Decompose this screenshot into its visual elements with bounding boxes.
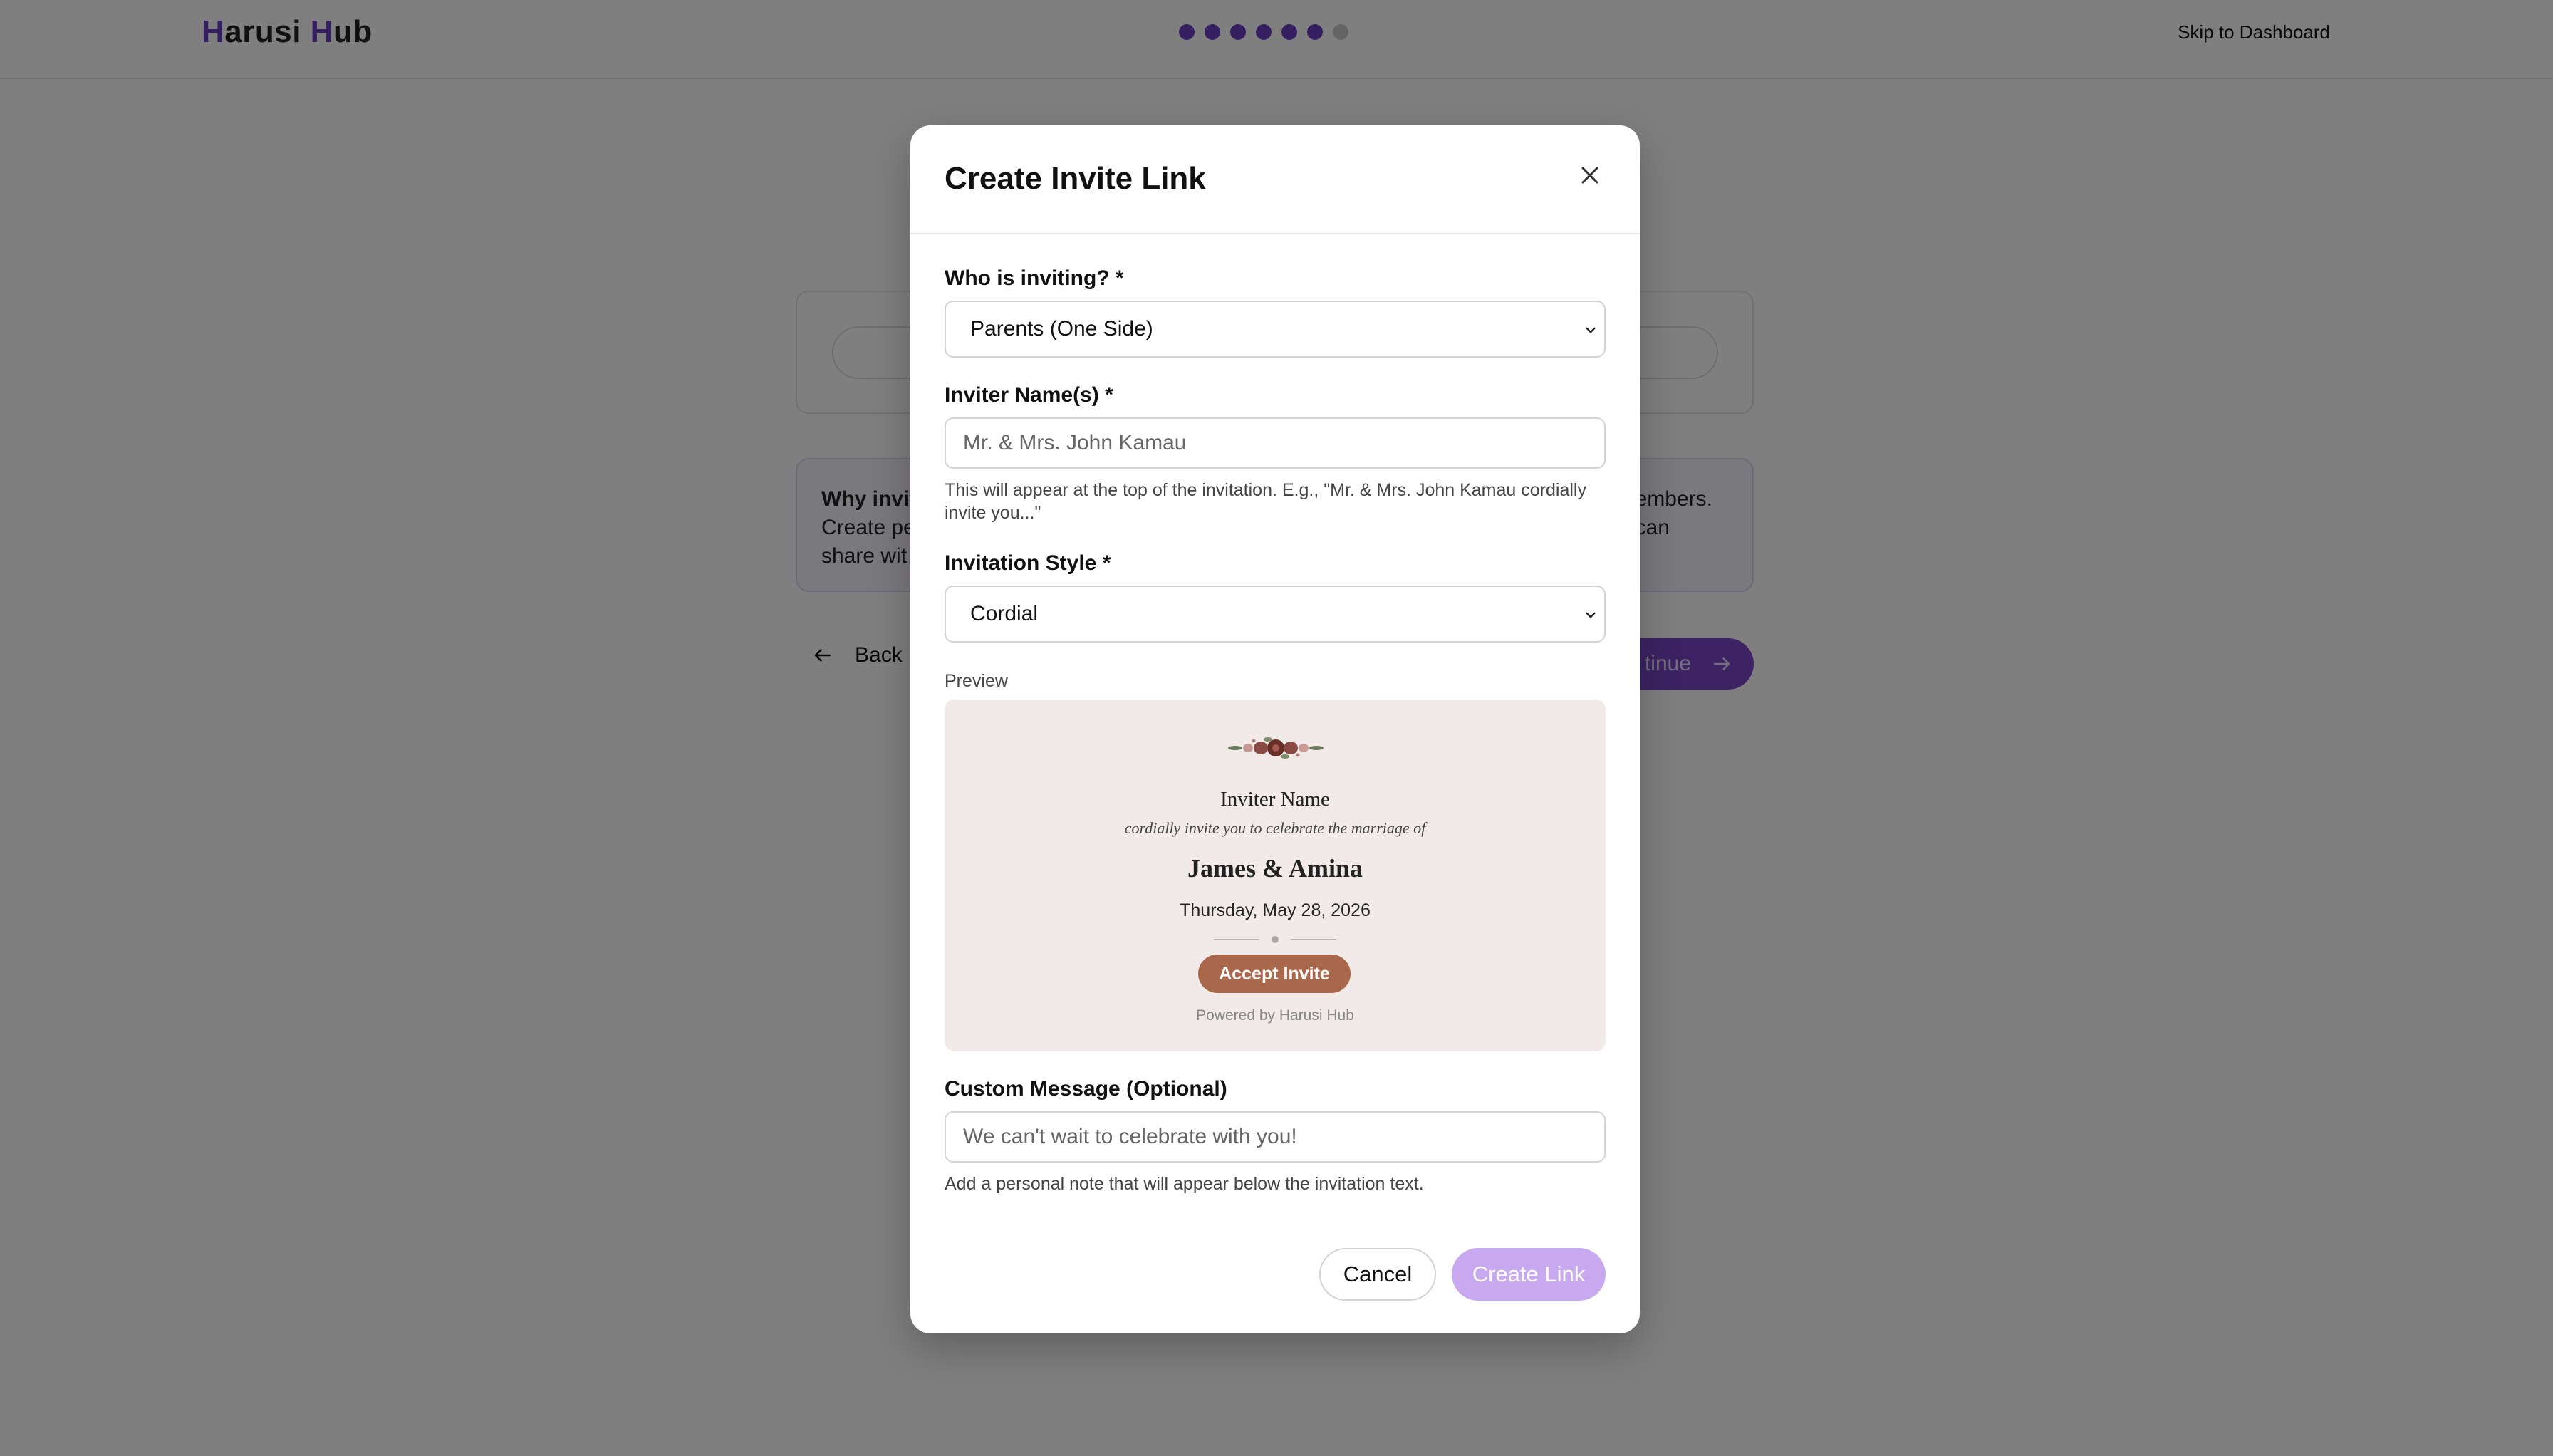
preview-accept-button: Accept Invite — [1198, 955, 1351, 993]
preview-label: Preview — [945, 671, 1008, 691]
create-invite-link-dialog: Create Invite Link Who is inviting? * Pa… — [910, 125, 1640, 1333]
preview-invite-line: cordially invite you to celebrate the ma… — [1124, 819, 1426, 837]
floral-ornament-icon — [1228, 737, 1324, 759]
preview-couple-names: James & Amina — [1187, 854, 1363, 883]
cancel-button[interactable]: Cancel — [1319, 1248, 1436, 1301]
who-inviting-label: Who is inviting? * — [945, 266, 1124, 290]
preview-powered-by: Powered by Harusi Hub — [1196, 1007, 1354, 1024]
inviter-names-help: This will appear at the top of the invit… — [945, 480, 1586, 523]
create-link-button[interactable]: Create Link — [1452, 1248, 1606, 1301]
custom-message-help: Add a personal note that will appear bel… — [945, 1174, 1424, 1194]
who-inviting-select[interactable]: Parents (One Side) — [945, 301, 1606, 358]
preview-inviter-name: Inviter Name — [1220, 788, 1330, 811]
dialog-title: Create Invite Link — [945, 161, 1206, 196]
close-button[interactable] — [1576, 161, 1604, 189]
invitation-style-value: Cordial — [970, 602, 1039, 625]
inviter-names-input[interactable] — [945, 417, 1606, 469]
inviter-names-label: Inviter Name(s) * — [945, 383, 1113, 407]
dialog-header: Create Invite Link — [910, 125, 1640, 234]
close-icon — [1581, 167, 1598, 184]
preview-date: Thursday, May 28, 2026 — [1180, 900, 1371, 920]
invitation-style-label: Invitation Style * — [945, 551, 1111, 575]
invitation-preview: Inviter Name cordially invite you to cel… — [945, 700, 1606, 1051]
custom-message-label: Custom Message (Optional) — [945, 1077, 1227, 1101]
invitation-style-select[interactable]: Cordial — [945, 586, 1606, 643]
preview-divider — [1214, 936, 1336, 943]
who-inviting-value: Parents (One Side) — [970, 317, 1153, 340]
chevron-down-icon — [1586, 612, 1596, 618]
custom-message-input[interactable] — [945, 1111, 1606, 1163]
chevron-down-icon — [1586, 327, 1596, 333]
